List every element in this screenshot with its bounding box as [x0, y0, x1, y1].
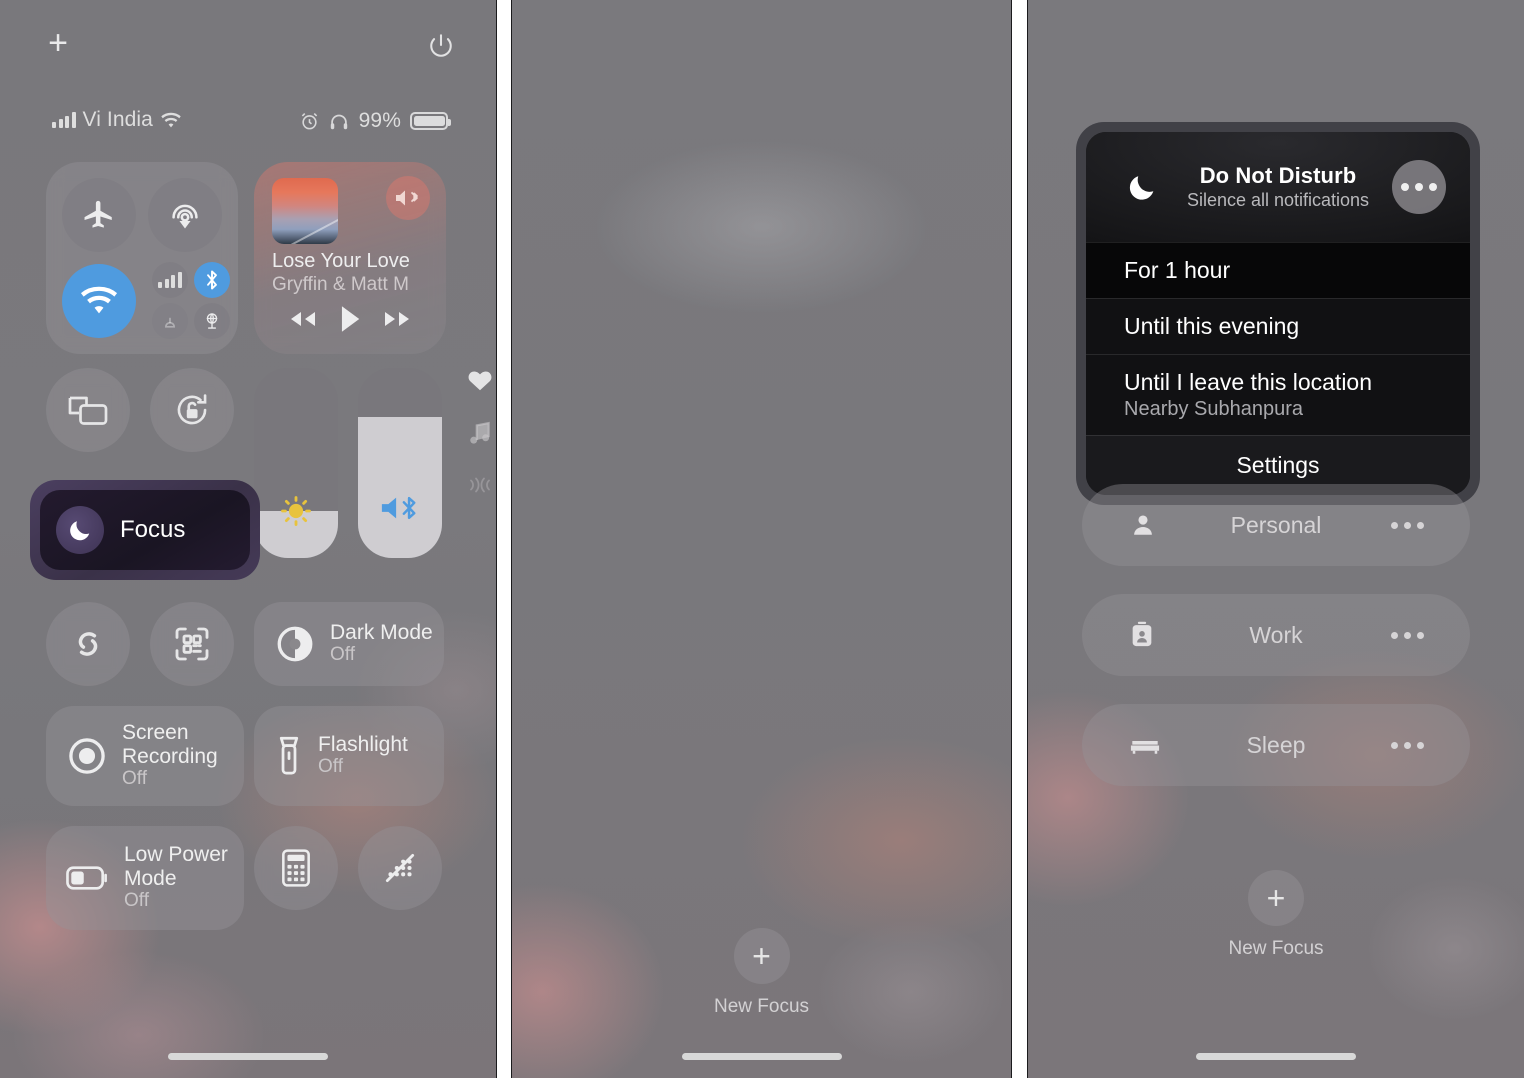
option-label: For 1 hour: [1124, 257, 1231, 283]
brightness-slider[interactable]: [254, 368, 338, 558]
low-power-mode-label: Low Power Mode: [124, 843, 228, 890]
album-artwork: [272, 178, 338, 244]
home-indicator: [1196, 1053, 1356, 1060]
new-focus-button[interactable]: + New Focus: [512, 928, 1011, 1018]
fast-forward-icon[interactable]: [382, 308, 414, 330]
settings-label: Settings: [1236, 452, 1320, 478]
volume-bluetooth-icon: [358, 492, 442, 524]
rewind-icon[interactable]: [286, 308, 318, 330]
wifi-toggle-button[interactable]: [62, 264, 136, 338]
crescent-moon-icon: [1122, 167, 1162, 207]
wifi-icon: [160, 112, 182, 129]
headphones-icon: [328, 112, 350, 131]
brightness-icon: [254, 494, 338, 528]
flashlight-state: Off: [318, 756, 343, 778]
option-label: Until I leave this location: [1124, 369, 1373, 395]
airplane-mode-icon[interactable]: [62, 178, 136, 252]
status-bar: Vi India 99%: [0, 108, 496, 142]
bluetooth-toggle-button[interactable]: [194, 262, 230, 298]
vpn-toggle-button[interactable]: [194, 303, 230, 339]
dnd-option-until-i-leave-this-location[interactable]: Until I leave this location Nearby Subha…: [1086, 354, 1470, 435]
dnd-options-panel: Do Not Disturb Silence all notifications…: [1027, 0, 1524, 1078]
dnd-option-for-1-hour[interactable]: For 1 hour: [1086, 242, 1470, 298]
focus-row-sleep[interactable]: Sleep: [1082, 704, 1470, 786]
dnd-popup-header[interactable]: Do Not Disturb Silence all notifications: [1086, 132, 1470, 242]
airdrop-icon[interactable]: [148, 178, 222, 252]
transport-controls: [254, 304, 446, 334]
shazam-icon[interactable]: [46, 602, 130, 686]
side-icon-column: [450, 368, 496, 524]
calculator-icon[interactable]: [254, 826, 338, 910]
ellipsis-icon[interactable]: [1391, 521, 1424, 529]
dark-mode-label: Dark Mode: [330, 620, 433, 644]
control-center-panel: + Vi India 99% Lose Your Love Gryffin & …: [0, 0, 497, 1078]
alarm-icon: [300, 112, 319, 131]
dark-mode-tile[interactable]: Dark Mode Off: [254, 602, 444, 686]
battery-icon: [410, 112, 451, 130]
personal-hotspot-toggle-button[interactable]: [152, 303, 188, 339]
plus-icon[interactable]: +: [733, 928, 790, 984]
hearing-icon: [450, 474, 496, 496]
flashlight-tile[interactable]: Flashlight Off: [254, 706, 444, 806]
dark-mode-icon: [274, 623, 316, 665]
top-bar: +: [0, 26, 496, 70]
flashlight-icon: [274, 735, 304, 777]
new-focus-label: New Focus: [1228, 938, 1324, 959]
home-indicator: [168, 1053, 328, 1060]
volume-slider[interactable]: [358, 368, 442, 558]
dark-mode-state: Off: [330, 644, 355, 666]
now-playing-module[interactable]: Lose Your Love Gryffin & Matt M: [254, 162, 446, 354]
new-focus-button[interactable]: + New Focus: [1028, 870, 1524, 960]
dnd-option-until-this-evening[interactable]: Until this evening: [1086, 298, 1470, 354]
cellular-bars-icon: [52, 112, 76, 128]
focus-tile-label: Focus: [120, 516, 186, 543]
screen-recording-state: Off: [122, 768, 147, 790]
rotation-lock-icon[interactable]: [150, 368, 234, 452]
ellipsis-icon[interactable]: [1391, 631, 1424, 639]
focus-list-panel: Do Not Disturb Silence all notifications…: [511, 0, 1012, 1078]
low-power-mode-icon: [66, 864, 110, 892]
new-focus-label: New Focus: [713, 996, 810, 1017]
low-power-mode-state: Off: [124, 890, 149, 912]
screen-recording-label: Screen Recording: [122, 721, 218, 768]
battery-percent-label: 99%: [358, 109, 401, 132]
option-label: Until this evening: [1124, 313, 1300, 339]
heart-icon: [450, 368, 496, 392]
plus-icon[interactable]: +: [1248, 870, 1304, 926]
low-power-mode-tile[interactable]: Low Power Mode Off: [46, 826, 244, 930]
power-icon[interactable]: [428, 32, 454, 58]
focus-tile[interactable]: Focus: [30, 480, 260, 580]
add-widget-button[interactable]: +: [42, 26, 74, 60]
music-note-icon: [450, 420, 496, 446]
dnd-duration-popup: Do Not Disturb Silence all notifications…: [1076, 122, 1480, 505]
option-sublabel: Nearby Subhanpura: [1124, 398, 1304, 420]
focus-row-personal[interactable]: Personal: [1082, 484, 1470, 566]
screen-mirroring-icon[interactable]: [46, 368, 130, 452]
carrier-label: Vi India: [82, 108, 153, 131]
play-icon[interactable]: [337, 304, 363, 334]
screen-recording-icon: [66, 735, 108, 777]
cellular-data-toggle-button[interactable]: [152, 262, 188, 298]
focus-row-work[interactable]: Work: [1082, 594, 1470, 676]
airplay-bluetooth-audio-icon[interactable]: [386, 176, 430, 220]
ellipsis-icon[interactable]: [1391, 741, 1424, 749]
screen-recording-tile[interactable]: Screen Recording Off: [46, 706, 244, 806]
track-title: Lose Your Love: [272, 250, 410, 272]
flashlight-label: Flashlight: [318, 732, 408, 756]
track-artist: Gryffin & Matt M: [272, 274, 409, 295]
code-scanner-icon[interactable]: [150, 602, 234, 686]
crescent-moon-icon: [56, 506, 104, 554]
low-data-mode-icon[interactable]: [358, 826, 442, 910]
connectivity-module: [46, 162, 238, 354]
ellipsis-icon[interactable]: [1392, 160, 1446, 214]
home-indicator: [681, 1053, 842, 1060]
screenshot-stage: + Vi India 99% Lose Your Love Gryffin & …: [0, 0, 1524, 1078]
